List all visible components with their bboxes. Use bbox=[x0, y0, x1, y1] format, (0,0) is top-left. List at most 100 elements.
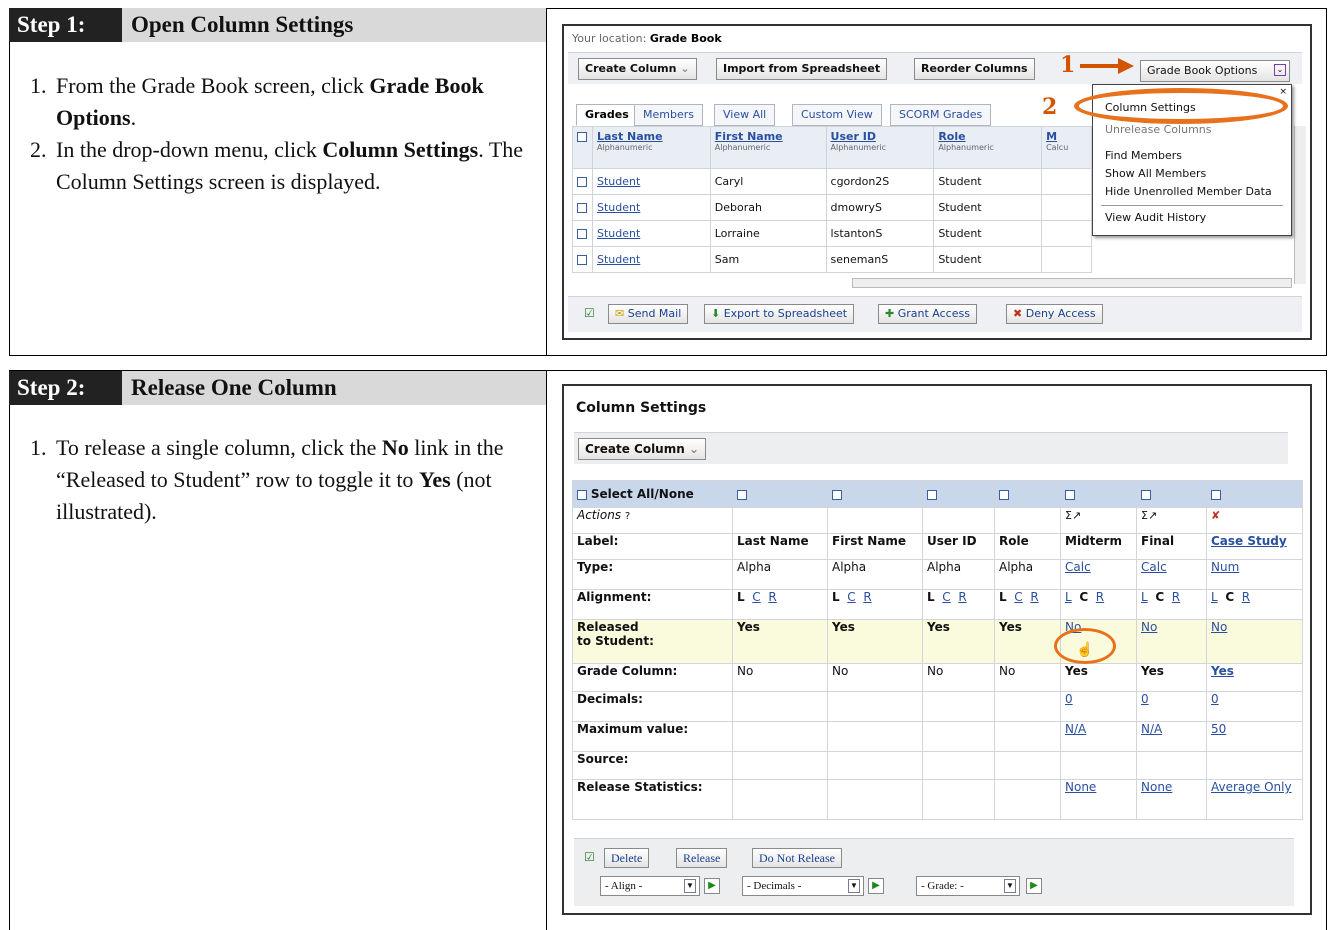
released-no-link[interactable]: No bbox=[1136, 619, 1207, 664]
create-column-button[interactable]: Create Column ⌄ bbox=[578, 438, 707, 460]
grade-cell: No bbox=[922, 663, 995, 692]
menu-item-show-all-members[interactable]: Show All Members bbox=[1105, 167, 1206, 180]
maximum-link[interactable]: N/A bbox=[1136, 721, 1207, 752]
decimals-link[interactable]: 0 bbox=[1060, 691, 1137, 722]
last-name-cell[interactable]: Student bbox=[591, 194, 711, 221]
first-name-cell: Deborah bbox=[709, 194, 827, 221]
row-label-line: to Student: bbox=[577, 634, 654, 648]
grade-link[interactable]: Yes bbox=[1206, 663, 1303, 692]
align-center-link[interactable]: C bbox=[942, 591, 950, 605]
vertical-scrollbar[interactable] bbox=[1294, 126, 1306, 284]
row-checkbox[interactable] bbox=[577, 203, 587, 213]
release-button[interactable]: Release bbox=[676, 848, 728, 868]
menu-close-icon[interactable]: × bbox=[1279, 87, 1287, 97]
decimals-link[interactable]: 0 bbox=[1136, 691, 1207, 722]
align-right-link[interactable]: R bbox=[1096, 591, 1104, 605]
header-first-name[interactable]: First Name Alphanumeric bbox=[709, 126, 827, 169]
align-right-link[interactable]: R bbox=[1242, 591, 1250, 605]
delete-icon[interactable]: ✘ bbox=[1211, 509, 1220, 522]
menu-item-find-members[interactable]: Find Members bbox=[1105, 149, 1182, 162]
type-link[interactable]: Num bbox=[1206, 559, 1303, 590]
header-last-name[interactable]: Last Name Alphanumeric bbox=[591, 126, 711, 169]
type-link[interactable]: Calc bbox=[1136, 559, 1207, 590]
action-cell bbox=[922, 507, 995, 534]
chevron-down-icon: ▼ bbox=[848, 879, 860, 893]
decimals-select[interactable]: - Decimals - ▼ bbox=[742, 876, 864, 896]
edit-formula-icon[interactable]: Σ↗ bbox=[1141, 509, 1157, 522]
midterm-cell bbox=[1041, 246, 1092, 273]
select-cell bbox=[1136, 480, 1207, 508]
align-right-link[interactable]: R bbox=[863, 591, 871, 605]
tab-view-all[interactable]: View All bbox=[714, 104, 776, 126]
align-select[interactable]: - Align - ▼ bbox=[600, 876, 700, 896]
column-checkbox[interactable] bbox=[1065, 489, 1075, 500]
delete-button[interactable]: Delete bbox=[604, 848, 650, 868]
export-spreadsheet-button[interactable]: ⬇ Export to Spreadsheet bbox=[704, 304, 855, 324]
deny-access-button[interactable]: ✖ Deny Access bbox=[1006, 304, 1103, 324]
align-left-link[interactable]: L bbox=[1141, 591, 1148, 605]
decimals-link[interactable]: 0 bbox=[1206, 691, 1303, 722]
empty-cell bbox=[732, 779, 828, 820]
create-column-button[interactable]: Create Column ⌄ bbox=[578, 58, 697, 80]
align-left-link[interactable]: L bbox=[1065, 591, 1072, 605]
align-center-link[interactable]: C bbox=[847, 591, 855, 605]
last-name-cell[interactable]: Student bbox=[591, 246, 711, 273]
last-name-cell[interactable]: Student bbox=[591, 168, 711, 195]
header-midterm[interactable]: M Calcu bbox=[1041, 126, 1092, 169]
align-right-link[interactable]: R bbox=[1172, 591, 1180, 605]
align-center-link[interactable]: C bbox=[1014, 591, 1022, 605]
menu-item-hide-unenrolled[interactable]: Hide Unenrolled Member Data bbox=[1105, 185, 1272, 198]
reorder-columns-button[interactable]: Reorder Columns bbox=[914, 58, 1035, 80]
edit-icon: ☑ bbox=[584, 306, 595, 320]
grade-select[interactable]: - Grade: - ▼ bbox=[916, 876, 1020, 896]
send-mail-button[interactable]: ✉ Send Mail bbox=[608, 304, 689, 324]
tab-grades[interactable]: Grades bbox=[576, 104, 638, 126]
stats-link[interactable]: Average Only bbox=[1206, 779, 1303, 820]
align-center-link[interactable]: C bbox=[752, 591, 760, 605]
header-role[interactable]: Role Alphanumeric bbox=[933, 126, 1043, 169]
empty-cell bbox=[827, 779, 923, 820]
align-right-link[interactable]: R bbox=[1030, 591, 1038, 605]
grant-access-button[interactable]: ✚ Grant Access bbox=[878, 304, 977, 324]
header-user-id[interactable]: User ID Alphanumeric bbox=[825, 126, 935, 169]
column-checkbox[interactable] bbox=[832, 489, 842, 500]
tab-scorm-grades[interactable]: SCORM Grades bbox=[890, 104, 992, 126]
horizontal-scrollbar[interactable] bbox=[852, 278, 1292, 288]
align-right-link[interactable]: R bbox=[958, 591, 966, 605]
align-go-button[interactable]: ▶ bbox=[704, 878, 720, 894]
grade-book-options-button[interactable]: Grade Book Options ⌄ bbox=[1140, 60, 1290, 82]
align-left-link[interactable]: L bbox=[1211, 591, 1218, 605]
column-checkbox[interactable] bbox=[927, 489, 937, 500]
help-icon[interactable]: ? bbox=[625, 511, 630, 522]
row-checkbox[interactable] bbox=[577, 177, 587, 187]
column-checkbox[interactable] bbox=[1211, 489, 1221, 500]
menu-item-unrelease-columns[interactable]: Unrelease Columns bbox=[1105, 123, 1212, 136]
do-not-release-button[interactable]: Do Not Release bbox=[752, 848, 842, 868]
grade-cell: Yes bbox=[1136, 663, 1207, 692]
type-link[interactable]: Calc bbox=[1060, 559, 1137, 590]
column-checkbox[interactable] bbox=[999, 489, 1009, 500]
tab-custom-view[interactable]: Custom View bbox=[792, 104, 882, 126]
select-all-cell[interactable]: Select All/None bbox=[572, 480, 733, 508]
stats-link[interactable]: None bbox=[1060, 779, 1137, 820]
column-label-link[interactable]: Case Study bbox=[1206, 533, 1303, 560]
select-all-checkbox[interactable] bbox=[577, 489, 587, 500]
decimals-go-button[interactable]: ▶ bbox=[868, 878, 884, 894]
tab-members[interactable]: Members bbox=[634, 104, 703, 126]
menu-item-view-audit-history[interactable]: View Audit History bbox=[1105, 211, 1206, 224]
row-checkbox[interactable] bbox=[577, 255, 587, 265]
align-right-link[interactable]: R bbox=[768, 591, 776, 605]
row-checkbox[interactable] bbox=[577, 229, 587, 239]
import-spreadsheet-button[interactable]: Import from Spreadsheet bbox=[716, 58, 888, 80]
last-name-cell[interactable]: Student bbox=[591, 220, 711, 247]
maximum-link[interactable]: N/A bbox=[1060, 721, 1137, 752]
column-checkbox[interactable] bbox=[737, 489, 747, 500]
released-no-link[interactable]: No bbox=[1206, 619, 1303, 664]
select-all-checkbox[interactable] bbox=[577, 132, 587, 142]
maximum-link[interactable]: 50 bbox=[1206, 721, 1303, 752]
first-name-cell: Sam bbox=[709, 246, 827, 273]
stats-link[interactable]: None bbox=[1136, 779, 1207, 820]
grade-go-button[interactable]: ▶ bbox=[1026, 878, 1042, 894]
column-checkbox[interactable] bbox=[1141, 489, 1151, 500]
edit-formula-icon[interactable]: Σ↗ bbox=[1065, 509, 1081, 522]
